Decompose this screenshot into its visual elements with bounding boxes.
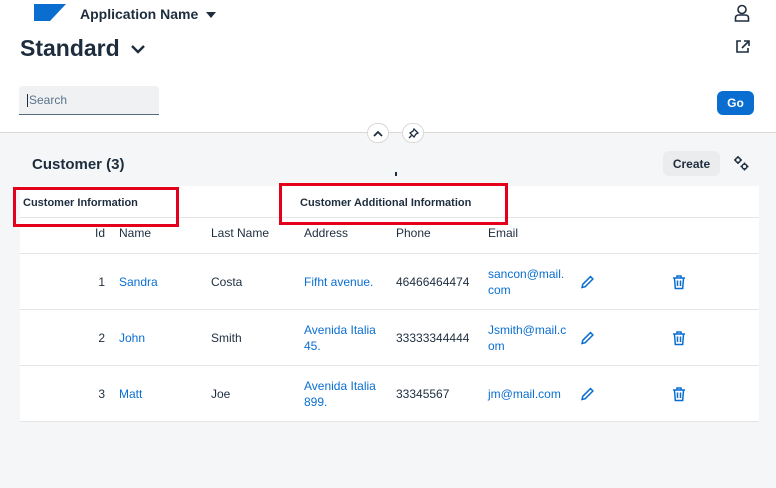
delete-icon[interactable]	[672, 274, 686, 289]
create-button[interactable]: Create	[663, 151, 720, 176]
user-icon[interactable]	[734, 4, 750, 22]
table-row[interactable]: 1 Sandra Costa Fifht avenue. 46466464474…	[20, 254, 759, 310]
edit-icon[interactable]	[580, 386, 595, 401]
search-placeholder: Search	[29, 93, 68, 107]
cell-address-link[interactable]: Avenida Italia 45.	[304, 322, 384, 354]
pin-header-button[interactable]	[402, 123, 424, 143]
column-header-email[interactable]: Email	[488, 225, 570, 241]
shell-bar: Application Name	[0, 0, 776, 28]
column-header-phone[interactable]: Phone	[396, 225, 431, 241]
cell-id: 2	[98, 330, 105, 345]
chevron-up-icon	[373, 130, 383, 137]
pin-icon	[408, 127, 419, 138]
delete-icon[interactable]	[672, 386, 686, 401]
page-header: Standard Search Go	[0, 28, 776, 133]
highlight-box-customer-information	[13, 187, 179, 227]
column-header-id[interactable]: Id	[90, 225, 105, 241]
cell-email-link[interactable]: sancon@mail.com	[488, 266, 570, 298]
cell-phone: 33345567	[396, 386, 450, 401]
go-button[interactable]: Go	[717, 91, 754, 115]
text-cursor-mark	[395, 172, 397, 176]
app-title: Application Name	[80, 6, 199, 22]
cell-phone: 33333344444	[396, 330, 470, 345]
chevron-down-icon	[130, 44, 145, 54]
edit-icon[interactable]	[580, 274, 595, 289]
caret-down-icon	[206, 12, 217, 18]
app-title-menu[interactable]: Application Name	[80, 6, 217, 22]
column-header-last-name[interactable]: Last Name	[211, 225, 269, 241]
table-title: Customer (3)	[32, 156, 125, 173]
table-row[interactable]: 2 John Smith Avenida Italia 45. 33333344…	[20, 310, 759, 366]
table-row[interactable]: 3 Matt Joe Avenida Italia 899. 33345567 …	[20, 366, 759, 422]
edit-icon[interactable]	[580, 330, 595, 345]
variant-selector[interactable]: Standard	[20, 35, 146, 62]
cell-name-link[interactable]: Sandra	[119, 274, 158, 290]
cell-last-name: Costa	[211, 274, 243, 289]
search-input[interactable]: Search	[19, 86, 159, 115]
column-header-address[interactable]: Address	[304, 225, 384, 241]
cell-name-link[interactable]: Matt	[119, 386, 142, 402]
column-header-name[interactable]: Name	[119, 225, 151, 241]
cell-id: 1	[98, 274, 105, 289]
collapse-header-button[interactable]	[367, 123, 389, 143]
settings-icon[interactable]	[733, 155, 749, 171]
cell-last-name: Joe	[211, 386, 231, 401]
highlight-box-additional-information	[279, 183, 508, 225]
variant-title: Standard	[20, 35, 120, 61]
cell-id: 3	[98, 386, 105, 401]
text-cursor	[27, 93, 28, 107]
cell-address-link[interactable]: Avenida Italia 899.	[304, 378, 384, 410]
cell-last-name: Smith	[211, 330, 242, 345]
share-icon[interactable]	[734, 38, 751, 55]
cell-address-link[interactable]: Fifht avenue.	[304, 274, 384, 290]
app-logo-icon[interactable]	[34, 4, 66, 21]
cell-name-link[interactable]: John	[119, 330, 145, 346]
cell-email-link[interactable]: jm@mail.com	[488, 386, 570, 402]
cell-email-link[interactable]: Jsmith@mail.com	[488, 322, 570, 354]
delete-icon[interactable]	[672, 330, 686, 345]
cell-phone: 46466464474	[396, 274, 470, 289]
